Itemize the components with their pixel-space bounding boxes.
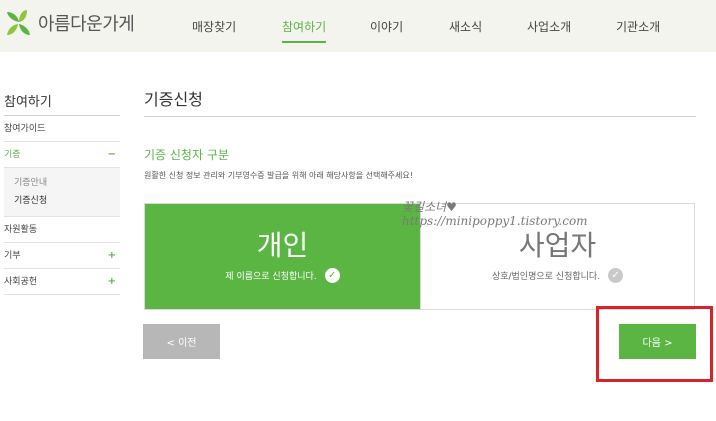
sidebar: 참여하기 참여가이드 기증 − 기증안내 기증신청 자원활동 기부 + 사회공헌… [4, 88, 120, 295]
divider [144, 116, 696, 117]
sidebar-item-label: 사회공헌 [4, 277, 38, 287]
choice-description: 제 이름으로 신청합니다. [225, 272, 317, 282]
sidebar-item-guide[interactable]: 참여가이드 [4, 116, 120, 142]
sidebar-item-social[interactable]: 사회공헌 + [4, 269, 120, 295]
sidebar-item-label: 기부 [4, 251, 21, 261]
choice-label: 개인 [256, 229, 309, 262]
sidebar-subitem-donation-apply[interactable]: 기증신청 [14, 192, 120, 210]
sidebar-item-label: 자원활동 [4, 225, 38, 235]
choice-business[interactable]: 사업자 상호/법인명으로 신청합니다. ✓ [420, 204, 694, 309]
section-title: 기증 신청자 구분 [144, 148, 229, 162]
sidebar-submenu: 기증안내 기증신청 [4, 168, 120, 217]
check-circle-icon: ✓ [608, 268, 624, 283]
check-circle-icon: ✓ [324, 268, 340, 283]
expand-icon[interactable]: + [108, 243, 116, 269]
nav-item-business[interactable]: 사업소개 [527, 18, 571, 35]
page-title: 기증신청 [144, 90, 203, 109]
nav-item-news[interactable]: 새소식 [449, 18, 482, 35]
nav-item-about[interactable]: 기관소개 [616, 18, 660, 35]
logo-text: 아름다운가게 [38, 14, 135, 35]
leaf-logo-icon [7, 10, 30, 35]
sidebar-item-contribution[interactable]: 기부 + [4, 243, 120, 269]
nav-item-stories[interactable]: 이야기 [370, 18, 403, 35]
sidebar-subitem-donation-info[interactable]: 기증안내 [14, 174, 120, 192]
expand-icon[interactable]: + [108, 269, 116, 295]
sidebar-item-label: 기증 [4, 150, 21, 160]
sidebar-item-volunteer[interactable]: 자원활동 [4, 217, 120, 243]
nav-item-participate[interactable]: 참여하기 [282, 18, 327, 43]
collapse-icon[interactable]: − [108, 142, 116, 168]
section-description: 원활한 신청 정보 관리와 기부영수증 발급을 위해 아래 해당사항을 선택해주… [144, 171, 413, 180]
choice-description: 상호/법인명으로 신청합니다. [491, 272, 601, 282]
sidebar-item-label: 참여가이드 [4, 124, 46, 134]
applicant-type-selector: 개인 제 이름으로 신청합니다. ✓ 사업자 상호/법인명으로 신청합니다. ✓ [144, 203, 695, 310]
sidebar-title: 참여하기 [4, 88, 120, 116]
choice-individual[interactable]: 개인 제 이름으로 신청합니다. ✓ [145, 204, 420, 309]
prev-button[interactable]: < 이전 [143, 324, 220, 359]
sidebar-item-donation[interactable]: 기증 − [4, 142, 120, 168]
nav-item-stores[interactable]: 매장찾기 [192, 18, 236, 35]
site-header: 아름다운가게 매장찾기 참여하기 이야기 새소식 사업소개 기관소개 [0, 0, 716, 52]
choice-label: 사업자 [518, 229, 597, 262]
logo[interactable]: 아름다운가게 [4, 8, 135, 38]
next-button[interactable]: 다음 > [619, 324, 696, 359]
